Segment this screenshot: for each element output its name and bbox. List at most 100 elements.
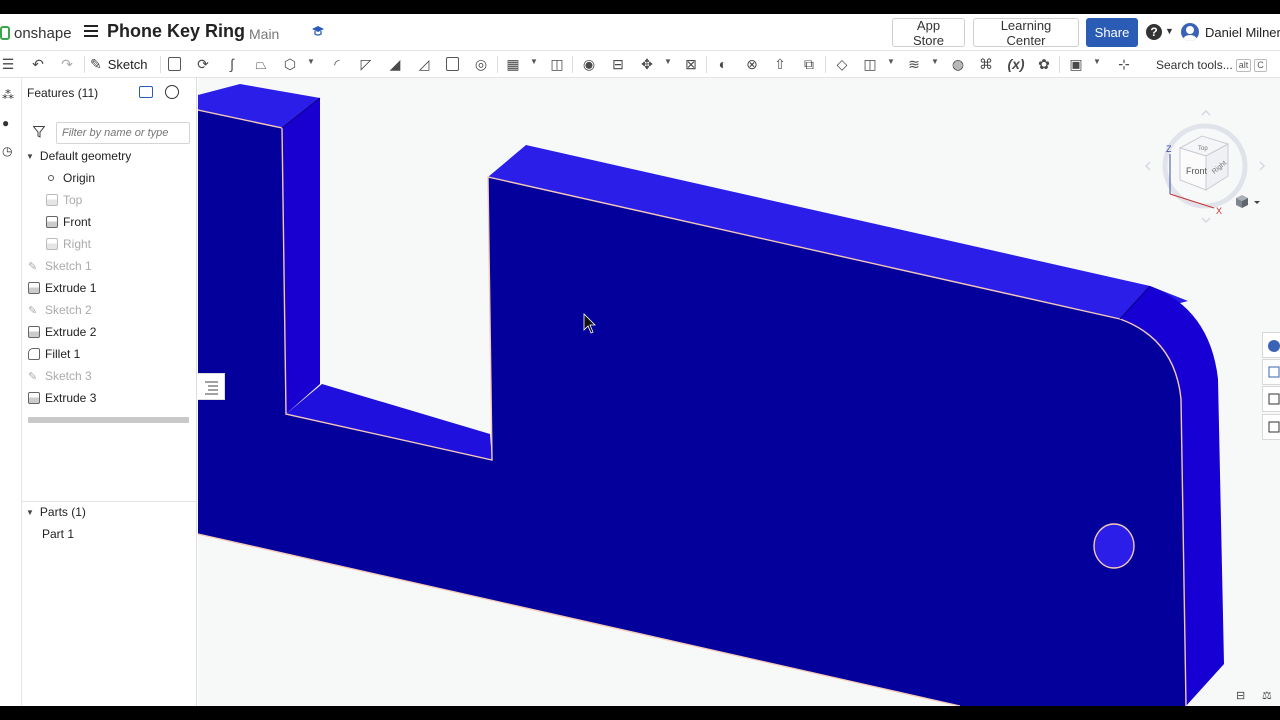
move-face-icon[interactable]: ⇧ (772, 56, 788, 72)
redo-icon[interactable]: ↷ (59, 56, 75, 72)
frame-icon[interactable]: ▣ (1068, 56, 1084, 72)
default-geometry-row[interactable]: ▼ Default geometry (26, 146, 196, 166)
rotate-up-arrow-icon[interactable] (1201, 110, 1211, 116)
learning-cap-icon[interactable] (311, 25, 325, 37)
parts-row[interactable]: ▼ Parts (1) (26, 502, 196, 522)
feature-label: Sketch 1 (45, 259, 92, 273)
toolbar-divider (84, 56, 85, 73)
thicken-icon[interactable]: ⬡ (282, 56, 298, 72)
split-icon[interactable]: ⊟ (610, 56, 626, 72)
delete-part-icon[interactable]: ⊠ (683, 56, 699, 72)
replace-face-icon[interactable]: ⧉ (801, 56, 817, 72)
delete-face-icon[interactable]: ⊗ (744, 56, 760, 72)
help-icon[interactable]: ? (1146, 24, 1162, 40)
phone-key-ring-model[interactable] (198, 78, 1280, 706)
add-folder-icon[interactable] (139, 86, 153, 98)
view-cube[interactable]: Front Top Right Z X (1140, 110, 1270, 240)
loft-icon[interactable]: ⏢ (253, 56, 269, 72)
branch-name[interactable]: Main (249, 26, 279, 42)
chevron-down-icon[interactable]: ▼ (26, 152, 34, 161)
measure-icon[interactable]: ◍ (950, 56, 966, 72)
left-rail: ⁂ ● ◷ (0, 78, 22, 706)
feature-item-front[interactable]: Front (46, 212, 216, 232)
part-item[interactable]: Part 1 (42, 524, 212, 544)
mirror-icon[interactable]: ◫ (549, 56, 565, 72)
app-store-button[interactable]: App Store (892, 18, 965, 48)
configurations-panel-tab[interactable] (1262, 359, 1280, 385)
render-icon[interactable]: ✿ (1036, 56, 1052, 72)
feature-item-sketch-1[interactable]: ✎ Sketch 1 (28, 256, 198, 276)
model-hole[interactable] (1093, 523, 1135, 569)
rotate-right-arrow-icon[interactable] (1259, 161, 1266, 171)
user-name[interactable]: Daniel Milner (1205, 25, 1280, 40)
extrude-icon[interactable] (168, 57, 181, 71)
variable-icon[interactable]: (x) (1005, 56, 1027, 72)
share-button[interactable]: Share (1086, 18, 1138, 47)
chevron-down-icon[interactable]: ▼ (530, 57, 538, 66)
onshape-logo[interactable]: onshape (0, 23, 72, 43)
user-avatar[interactable] (1181, 23, 1199, 41)
appearance-panel-tab[interactable] (1262, 332, 1280, 358)
mate-connector-icon[interactable]: ◫ (862, 56, 878, 72)
feature-list-scrollbar[interactable] (28, 417, 189, 423)
feature-item-fillet-1[interactable]: Fillet 1 (28, 344, 198, 364)
plane-icon (46, 216, 58, 228)
sketch-button[interactable]: ✎ Sketch (90, 54, 147, 75)
feature-item-sketch-2[interactable]: ✎ Sketch 2 (28, 300, 198, 320)
hamburger-menu-icon[interactable] (84, 25, 98, 37)
revolve-icon[interactable]: ⟳ (195, 56, 211, 72)
balance-scale-icon[interactable]: ⚖ (1262, 689, 1272, 702)
plane-icon[interactable]: ◇ (834, 56, 850, 72)
surface-icon[interactable]: ⌘ (978, 56, 994, 72)
fillet-icon[interactable]: ◜ (329, 56, 345, 72)
comment-icon[interactable]: ● (2, 116, 16, 130)
transform-icon[interactable]: ✥ (639, 56, 655, 72)
modify-fillet-icon[interactable]: ◐ (715, 56, 731, 72)
3d-viewport[interactable]: Front Top Right Z X (198, 78, 1280, 706)
chevron-down-icon[interactable]: ▼ (887, 57, 895, 66)
view-options-icon[interactable] (1234, 194, 1264, 210)
feature-item-right[interactable]: Right (46, 234, 216, 254)
feature-item-extrude-1[interactable]: Extrude 1 (28, 278, 198, 298)
search-tools-input[interactable]: Search tools... alt C (1150, 55, 1270, 75)
rollback-timer-icon[interactable] (165, 85, 179, 99)
add-custom-feature-icon[interactable]: ⊹ (1116, 56, 1132, 72)
properties-panel-tab[interactable] (1262, 414, 1280, 440)
collapse-panel-button[interactable] (198, 373, 225, 400)
model-side-face[interactable] (282, 98, 320, 414)
instance-list-icon[interactable]: ⁂ (2, 88, 16, 102)
helix-icon[interactable]: ≋ (906, 56, 922, 72)
feature-label: Origin (63, 171, 96, 185)
pattern-icon[interactable]: ▦ (505, 56, 521, 72)
feature-item-origin[interactable]: Origin (46, 168, 216, 188)
filter-input[interactable] (56, 122, 190, 144)
undo-icon[interactable]: ↶ (30, 56, 46, 72)
bom-panel-tab[interactable] (1262, 386, 1280, 412)
feature-item-top[interactable]: Top (46, 190, 216, 210)
rotate-left-arrow-icon[interactable] (1144, 161, 1151, 171)
chevron-down-icon[interactable]: ▼ (26, 508, 34, 517)
sweep-icon[interactable]: ∫ (224, 56, 240, 72)
chevron-down-icon[interactable]: ▼ (931, 57, 939, 66)
document-title[interactable]: Phone Key Ring (107, 21, 245, 42)
chevron-down-icon[interactable]: ▼ (1165, 26, 1174, 36)
feature-item-sketch-3[interactable]: ✎ Sketch 3 (28, 366, 198, 386)
filter-icon[interactable] (33, 126, 45, 138)
hole-icon[interactable]: ◎ (473, 56, 489, 72)
shell-icon[interactable] (446, 57, 459, 71)
chamfer-icon[interactable]: ◸ (358, 56, 374, 72)
measure-tool-icon[interactable]: ⊟ (1236, 689, 1245, 702)
feature-item-extrude-3[interactable]: Extrude 3 (28, 388, 198, 408)
rotate-down-arrow-icon[interactable] (1201, 217, 1211, 224)
feature-item-extrude-2[interactable]: Extrude 2 (28, 322, 198, 342)
boolean-icon[interactable]: ◉ (581, 56, 597, 72)
chevron-down-icon[interactable]: ▼ (307, 57, 315, 66)
parts-label: Parts (1) (39, 505, 86, 519)
chevron-down-icon[interactable]: ▼ (1093, 57, 1101, 66)
draft-icon[interactable]: ◢ (387, 56, 403, 72)
history-icon[interactable]: ◷ (2, 144, 16, 158)
learning-center-button[interactable]: Learning Center (973, 18, 1079, 48)
feature-list-toggle-icon[interactable]: ☰ (0, 56, 16, 72)
rib-icon[interactable]: ◿ (416, 56, 432, 72)
chevron-down-icon[interactable]: ▼ (664, 57, 672, 66)
